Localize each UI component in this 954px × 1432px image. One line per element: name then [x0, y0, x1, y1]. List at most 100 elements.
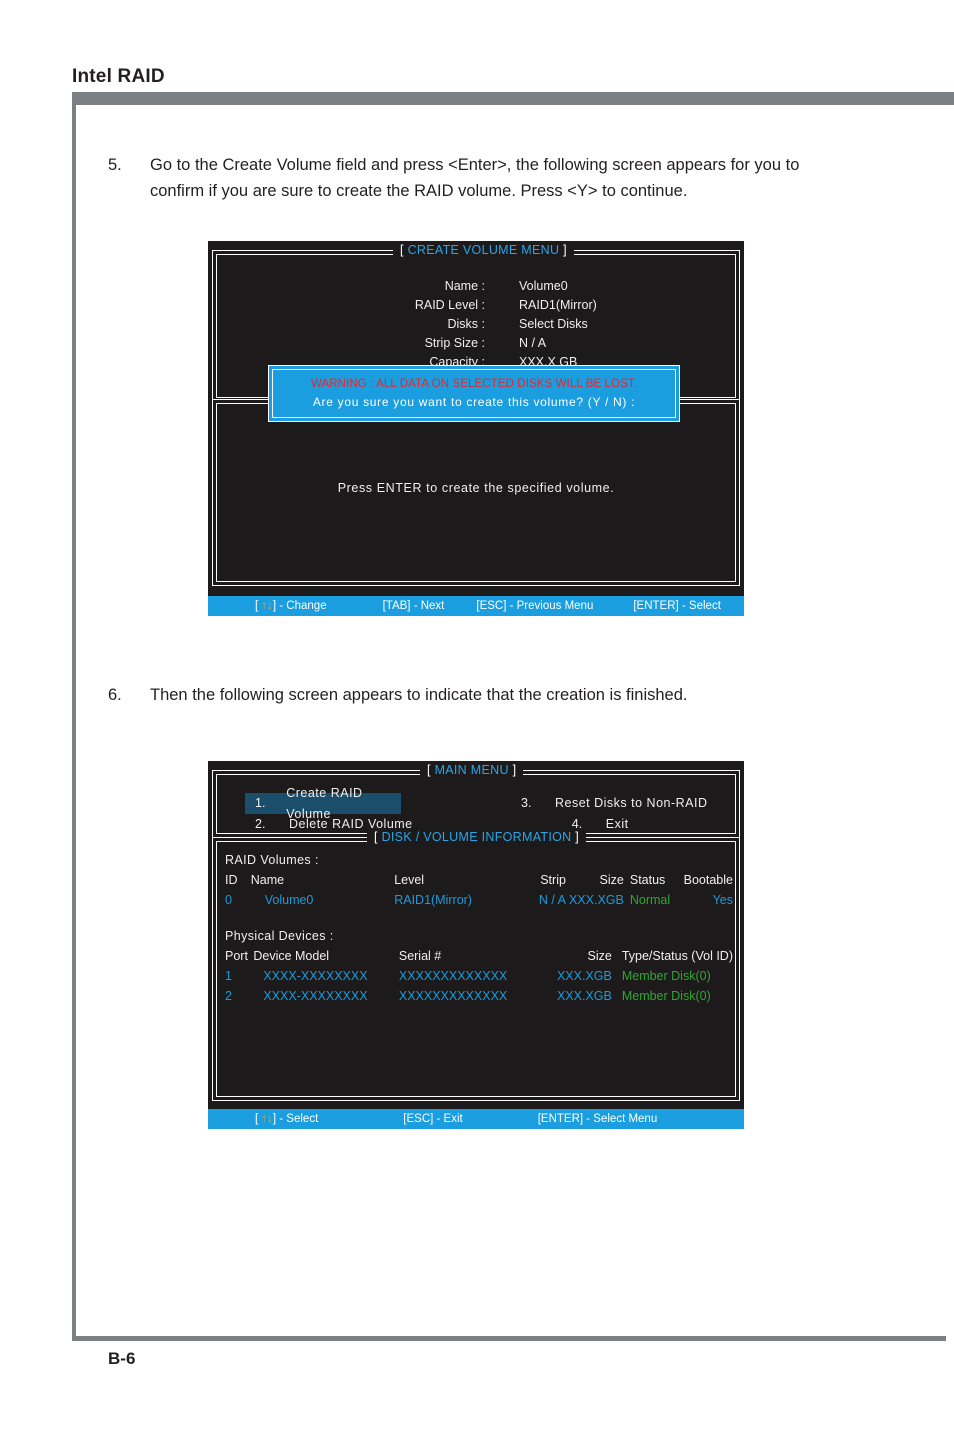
panel-title-text: MAIN MENU: [434, 763, 509, 777]
field-value-disks: Select Disks: [519, 317, 588, 331]
field-value-raid-level: RAID1(Mirror): [519, 298, 597, 312]
col-device-model: Device Model: [253, 949, 330, 963]
disk-volume-information-panel: RAID Volumes : ID Name Level Strip Size …: [212, 837, 740, 1101]
cell-type-status: Member Disk(0): [621, 969, 711, 983]
main-menu-panel: 1. Create RAID Volume 3. Reset Disks to …: [212, 770, 740, 838]
create-volume-panel-title: [ CREATE VOLUME MENU ]: [393, 243, 574, 257]
disk-volume-info-panel-title: [ DISK / VOLUME INFORMATION ]: [367, 830, 587, 844]
field-value-strip-size: N / A: [519, 336, 547, 350]
field-label-strip-size: Strip Size :: [424, 336, 485, 350]
menu-index-1: 1.: [255, 796, 266, 810]
main-menu-screen: 1. Create RAID Volume 3. Reset Disks to …: [208, 761, 744, 1129]
raid-volumes-table: ID Name Level Strip Size Status Bootable…: [225, 870, 733, 910]
physical-devices-table: Port Device Model Serial # Size Type/Sta…: [225, 946, 733, 1006]
cell-device-model: XXXX-XXXXXXXX: [263, 989, 368, 1003]
bracket-close: ]: [575, 830, 580, 844]
cell-port: 2: [225, 989, 232, 1003]
key-tab-next[interactable]: [TAB] - Next: [383, 600, 445, 612]
page-title: Intel RAID: [72, 66, 165, 87]
cell-type-status: Member Disk(0): [621, 989, 711, 1003]
field-row-name[interactable]: Name : Volume0: [213, 277, 739, 296]
col-status: Status: [629, 873, 666, 887]
field-row-strip-size[interactable]: Strip Size : N / A: [213, 334, 739, 353]
col-bootable: Bootable: [683, 873, 733, 887]
menu-label-4: Exit: [605, 817, 629, 831]
col-name: Name: [250, 873, 285, 887]
main-menu-items: 1. Create RAID Volume 3. Reset Disks to …: [213, 786, 739, 835]
step-6: 6. Then the following screen appears to …: [108, 682, 850, 708]
menu-item-reset-disks[interactable]: 3. Reset Disks to Non-RAID: [511, 793, 739, 814]
key-enter-select-menu[interactable]: [ENTER] - Select Menu: [538, 1113, 658, 1125]
panel-title-text: CREATE VOLUME MENU: [407, 243, 560, 257]
col-serial: Serial #: [398, 949, 442, 963]
col-size: Size: [587, 949, 612, 963]
step-6-text: Then the following screen appears to ind…: [150, 686, 688, 704]
main-menu-panel-title: [ MAIN MENU ]: [420, 763, 524, 777]
menu-item-create-raid-volume[interactable]: 1. Create RAID Volume: [245, 786, 401, 821]
menu-item-exit[interactable]: 4. Exit: [562, 814, 739, 835]
page-number: B-6: [108, 1349, 136, 1368]
bracket-open: [: [374, 830, 378, 844]
help-text: Press ENTER to create the specified volu…: [337, 481, 615, 495]
cell-serial: XXXXXXXXXXXXX: [398, 989, 508, 1003]
col-id: ID: [225, 873, 238, 887]
left-margin-rule: [72, 92, 76, 1340]
create-volume-fields: Name : Volume0 RAID Level : RAID1(Mirror…: [213, 277, 739, 372]
physical-devices-label: Physical Devices :: [225, 929, 334, 943]
col-size: Size: [599, 873, 624, 887]
header-rule: [72, 92, 954, 105]
bracket-close: ]: [512, 763, 517, 777]
key-change[interactable]: [ ↑↓] - Change: [255, 600, 327, 612]
step-5-number: 5.: [108, 156, 122, 174]
cell-id: 0: [225, 893, 232, 907]
key-select[interactable]: [ ↑↓] - Select: [255, 1113, 318, 1125]
col-port: Port: [225, 949, 248, 963]
step-5: 5. Go to the Create Volume field and pre…: [108, 152, 850, 204]
table-header-row: ID Name Level Strip Size Status Bootable: [225, 870, 733, 890]
cell-strip: N / A: [538, 893, 566, 907]
confirm-prompt: Are you sure you want to create this vol…: [312, 395, 636, 409]
cell-size: XXX.XGB: [556, 989, 612, 1003]
step-5-text: Go to the Create Volume field and press …: [150, 156, 800, 200]
step-6-number: 6.: [108, 686, 122, 704]
footer-rule: [72, 1336, 946, 1341]
cell-serial: XXXXXXXXXXXXX: [398, 969, 508, 983]
bracket-open: [: [427, 763, 431, 777]
table-row[interactable]: 0 Volume0 RAID1(Mirror) N / A XXX.XGB No…: [225, 890, 733, 910]
cell-bootable: Yes: [712, 893, 733, 907]
table-row[interactable]: 1 XXXX-XXXXXXXX XXXXXXXXXXXXX XXX.XGB Me…: [225, 966, 733, 986]
key-esc-previous-menu[interactable]: [ESC] - Previous Menu: [476, 600, 593, 612]
key-enter-select[interactable]: [ENTER] - Select: [633, 600, 721, 612]
col-type-status: Type/Status (Vol ID): [621, 949, 733, 963]
bracket-close: ]: [563, 243, 567, 257]
updown-arrow-icon: ↑↓: [261, 1113, 273, 1125]
cell-size: XXX.XGB: [556, 969, 612, 983]
updown-arrow-icon: ↑↓: [261, 600, 273, 612]
table-header-row: Port Device Model Serial # Size Type/Sta…: [225, 946, 733, 966]
warning-text: WARNING : ALL DATA ON SELECTED DISKS WIL…: [310, 378, 638, 390]
raid-volumes-label: RAID Volumes :: [225, 853, 319, 867]
cell-port: 1: [225, 969, 232, 983]
table-row[interactable]: 2 XXXX-XXXXXXXX XXXXXXXXXXXXX XXX.XGB Me…: [225, 986, 733, 1006]
col-level: Level: [394, 873, 425, 887]
warning-dialog: WARNING : ALL DATA ON SELECTED DISKS WIL…: [268, 365, 680, 422]
field-label-name: Name :: [444, 279, 485, 293]
menu-index-2: 2.: [255, 817, 266, 831]
bracket-open: [: [400, 243, 404, 257]
field-row-raid-level[interactable]: RAID Level : RAID1(Mirror): [213, 296, 739, 315]
panel-title-text: DISK / VOLUME INFORMATION: [381, 830, 572, 844]
disk-volume-information-body: RAID Volumes : ID Name Level Strip Size …: [225, 850, 733, 1006]
create-volume-menu-screen: Name : Volume0 RAID Level : RAID1(Mirror…: [208, 241, 744, 616]
key-esc-exit[interactable]: [ESC] - Exit: [403, 1113, 462, 1125]
menu-index-3: 3.: [521, 796, 532, 810]
cell-level: RAID1(Mirror): [394, 893, 472, 907]
create-volume-keybar: [ ↑↓] - Change [TAB] - Next [ESC] - Prev…: [208, 596, 744, 616]
cell-size: XXX.XGB: [568, 893, 624, 907]
table-spacer: [225, 910, 733, 926]
main-menu-keybar: [ ↑↓] - Select [ESC] - Exit [ENTER] - Se…: [208, 1109, 744, 1129]
field-value-name: Volume0: [519, 279, 568, 293]
menu-label-3: Reset Disks to Non-RAID: [555, 796, 708, 810]
field-label-disks: Disks :: [447, 317, 486, 331]
field-row-disks[interactable]: Disks : Select Disks: [213, 315, 739, 334]
field-label-raid-level: RAID Level :: [414, 298, 485, 312]
